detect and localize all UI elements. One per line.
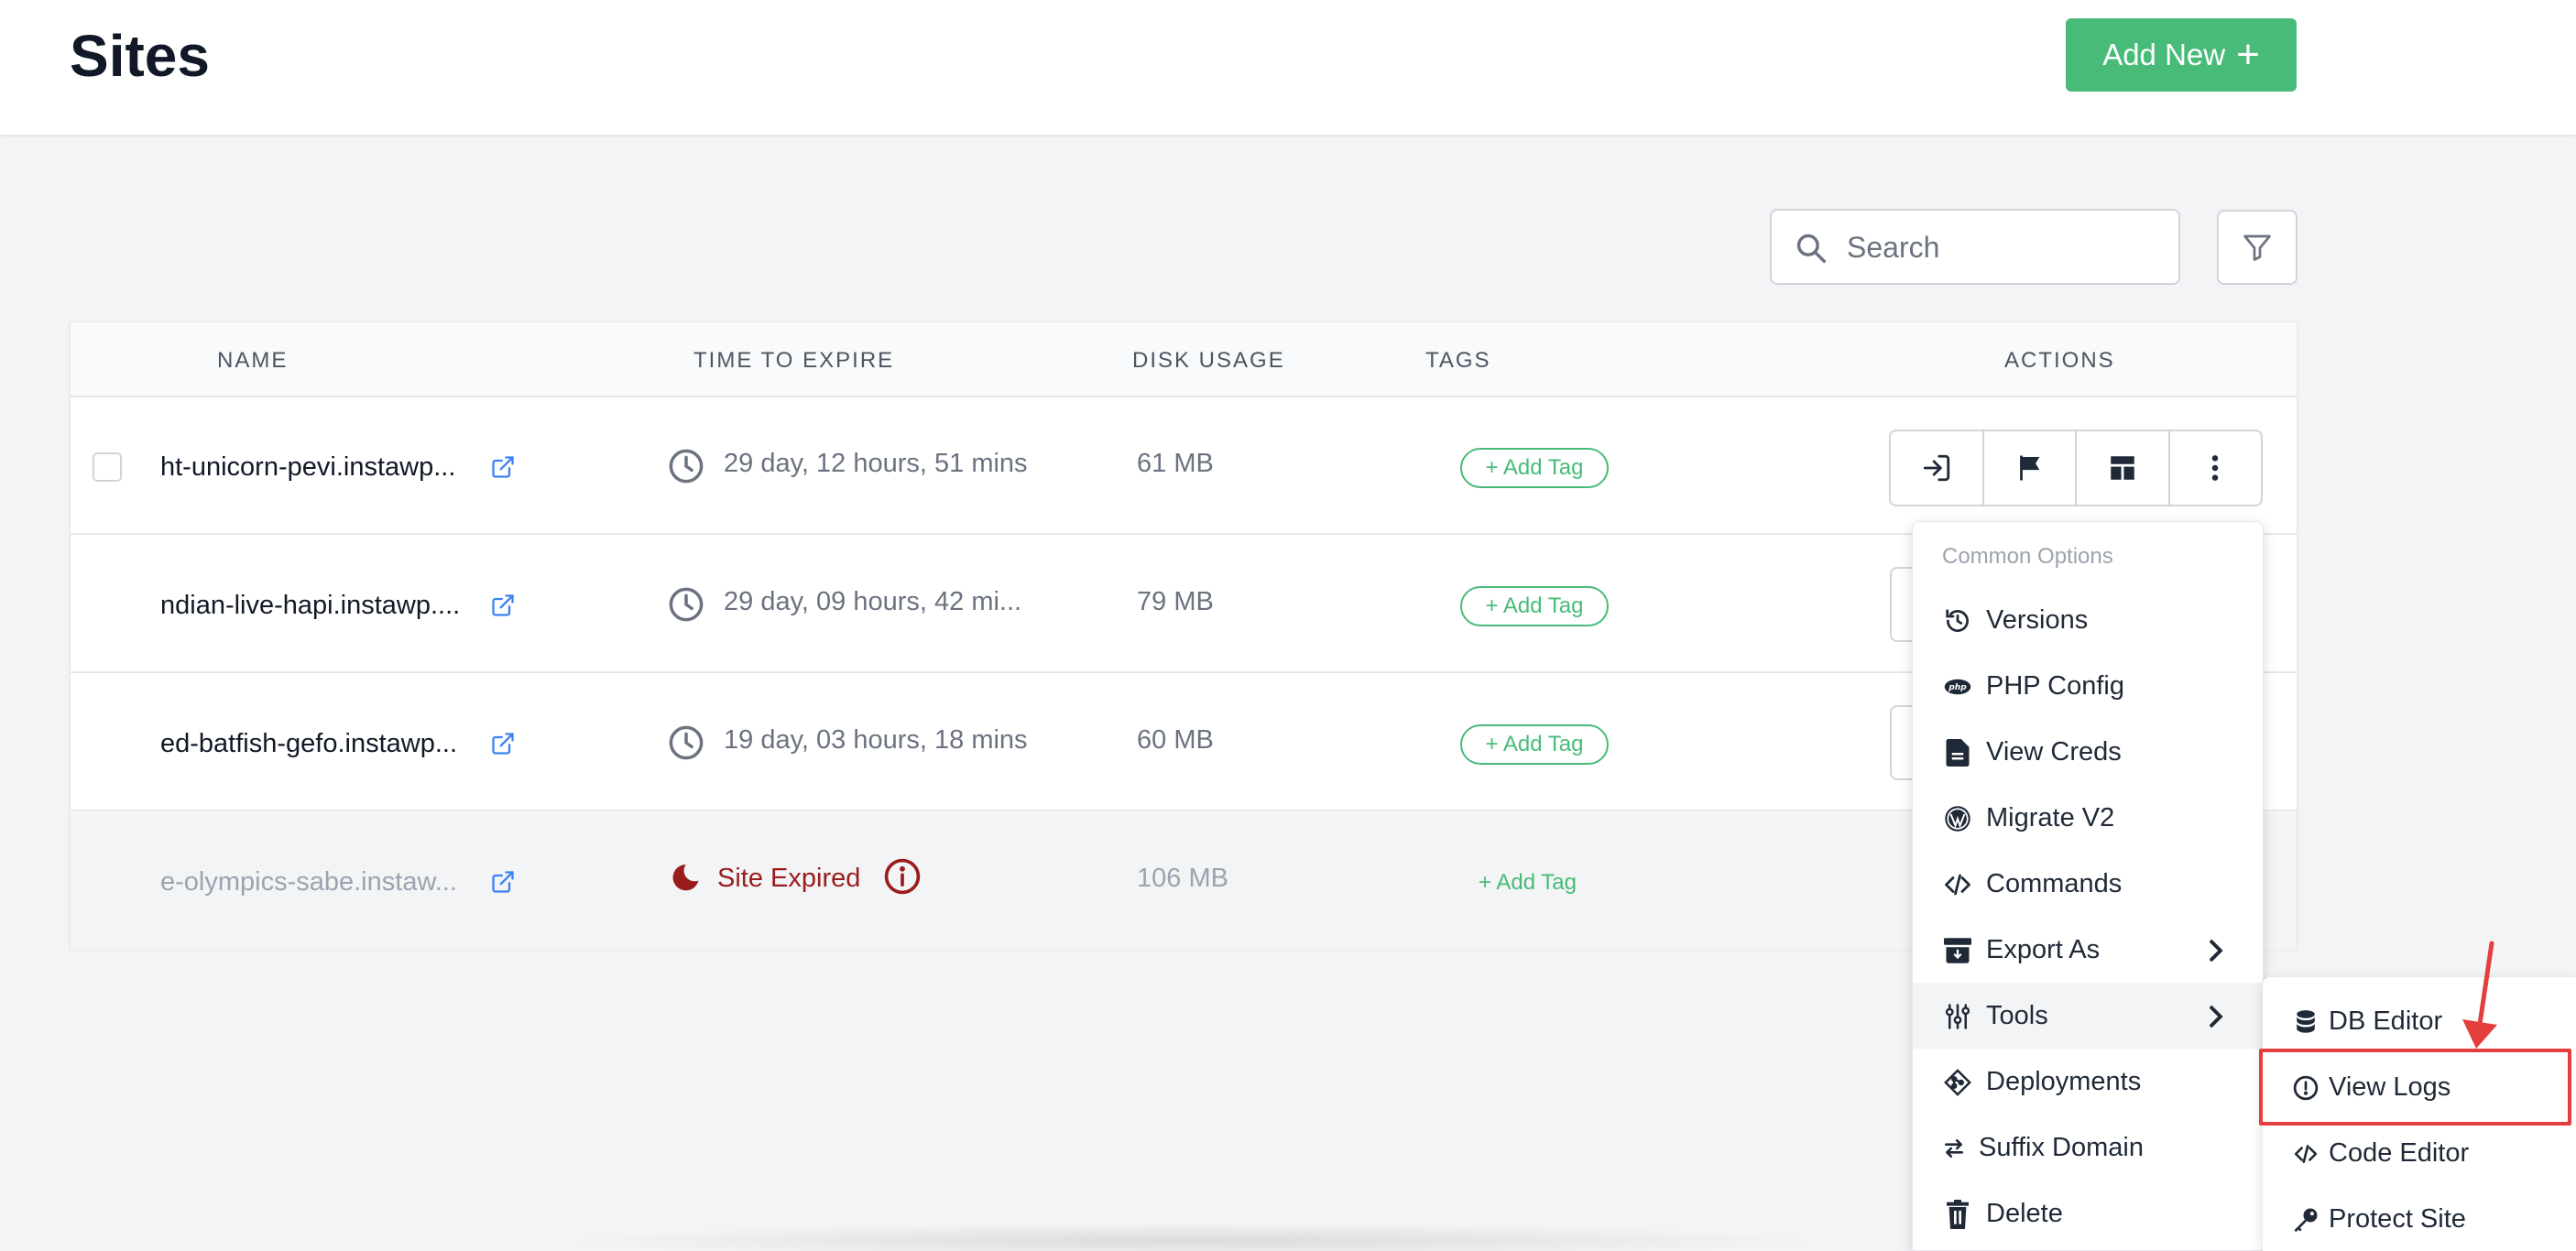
layout-icon (2111, 456, 2134, 480)
menu-item-migrate-v2[interactable]: Migrate V2 (1913, 785, 2263, 851)
menu-item-delete[interactable]: Delete (1913, 1180, 2263, 1246)
add-tag-button[interactable]: + Add Tag (1460, 448, 1609, 488)
menu-item-php-config[interactable]: php PHP Config (1913, 653, 2263, 719)
column-header-name: NAME (217, 348, 289, 373)
menu-item-commands[interactable]: Commands (1913, 851, 2263, 917)
disk-usage: 61 MB (1137, 449, 1214, 478)
clock-icon (669, 725, 704, 760)
database-icon (2297, 1010, 2315, 1033)
top-bar: Sites Add New + (0, 0, 2576, 135)
submenu-item-view-logs[interactable]: View Logs (2263, 1054, 2576, 1120)
add-new-label: Add New (2102, 38, 2226, 71)
menu-item-deployments[interactable]: Deployments (1913, 1049, 2263, 1115)
swap-icon (1945, 1139, 1963, 1158)
time-to-expire: 29 day, 09 hours, 42 mi... (724, 587, 1022, 616)
clock-icon (669, 587, 704, 622)
site-name[interactable]: ht-unicorn-pevi.instawp... (160, 452, 455, 483)
decorative-shadow (550, 1223, 1832, 1251)
menu-item-tools[interactable]: Tools (1913, 983, 2263, 1049)
layout-button[interactable] (2077, 431, 2170, 505)
site-expired-label: Site Expired (717, 864, 861, 893)
add-tag-button[interactable]: + Add Tag (1460, 586, 1609, 626)
add-new-button[interactable]: Add New + (2066, 18, 2297, 92)
time-to-expire: 19 day, 03 hours, 18 mins (724, 725, 1028, 755)
column-header-actions: ACTIONS (2004, 348, 2115, 373)
menu-item-export-as[interactable]: Export As (1913, 917, 2263, 983)
options-dropdown: Common Options Versions php PHP Config V… (1912, 521, 2264, 1251)
trash-icon (1947, 1200, 1969, 1229)
submenu-item-protect-site[interactable]: Protect Site (2263, 1186, 2576, 1251)
add-tag-button[interactable]: + Add Tag (1460, 724, 1609, 765)
moon-icon (672, 865, 699, 891)
time-to-expire: 29 day, 12 hours, 51 mins (724, 449, 1028, 478)
column-header-disk-usage: DISK USAGE (1132, 348, 1285, 373)
wordpress-icon (1945, 806, 1970, 832)
chevron-right-icon (2210, 1006, 2223, 1028)
row-actions-group (1889, 430, 2263, 506)
key-icon (2294, 1208, 2318, 1233)
code-icon (2294, 1145, 2318, 1163)
dropdown-header: Common Options (1942, 544, 2113, 569)
sliders-icon (1945, 1004, 1970, 1029)
search-box[interactable] (1770, 209, 2180, 285)
filter-icon (2243, 234, 2271, 261)
menu-item-view-creds[interactable]: View Creds (1913, 719, 2263, 785)
clock-icon (669, 449, 704, 484)
login-button[interactable] (1891, 431, 1984, 505)
search-input[interactable] (1847, 223, 2158, 271)
disk-usage: 60 MB (1137, 725, 1214, 755)
chevron-right-icon (2210, 940, 2223, 962)
flag-icon (2020, 455, 2040, 481)
plus-icon: + (2236, 32, 2260, 77)
submenu-item-code-editor[interactable]: Code Editor (2263, 1120, 2576, 1186)
annotation-arrow-icon (2462, 941, 2497, 1049)
filter-button[interactable] (2217, 210, 2298, 285)
history-icon (1946, 609, 1969, 632)
page-title: Sites (70, 23, 210, 89)
git-icon (1944, 1069, 1971, 1096)
menu-item-suffix-domain[interactable]: Suffix Domain (1913, 1115, 2263, 1180)
archive-icon (1944, 938, 1971, 963)
search-icon (1796, 234, 1826, 263)
external-link-icon[interactable] (490, 454, 516, 480)
more-options-button[interactable] (2170, 431, 2262, 505)
php-icon: php (1944, 679, 1971, 695)
alert-circle-icon (2293, 1075, 2319, 1101)
login-icon (1923, 454, 1949, 482)
svg-text:php: php (1948, 683, 1967, 692)
site-name[interactable]: ed-batfish-gefo.instawp... (160, 729, 457, 759)
add-tag-button[interactable]: + Add Tag (1479, 870, 1577, 896)
site-name[interactable]: e-olympics-sabe.instaw... (160, 867, 457, 897)
external-link-icon[interactable] (490, 731, 516, 756)
column-header-tags: TAGS (1425, 348, 1491, 373)
row-checkbox[interactable] (93, 452, 122, 482)
info-icon[interactable] (882, 856, 922, 897)
code-icon (1945, 874, 1970, 896)
disk-usage: 106 MB (1137, 864, 1228, 893)
table-header: NAME TIME TO EXPIRE DISK USAGE TAGS ACTI… (71, 322, 2297, 397)
more-vertical-icon (2211, 455, 2219, 481)
flag-button[interactable] (1984, 431, 2077, 505)
column-header-time-to-expire: TIME TO EXPIRE (693, 348, 895, 373)
tools-submenu: DB Editor View Logs Code Editor Protect … (2263, 977, 2576, 1251)
document-icon (1946, 739, 1970, 767)
external-link-icon[interactable] (490, 869, 516, 895)
menu-item-versions[interactable]: Versions (1913, 587, 2263, 653)
external-link-icon[interactable] (490, 593, 516, 618)
site-name[interactable]: ndian-live-hapi.instawp.... (160, 591, 460, 621)
disk-usage: 79 MB (1137, 587, 1214, 616)
submenu-item-db-editor[interactable]: DB Editor (2263, 988, 2576, 1054)
